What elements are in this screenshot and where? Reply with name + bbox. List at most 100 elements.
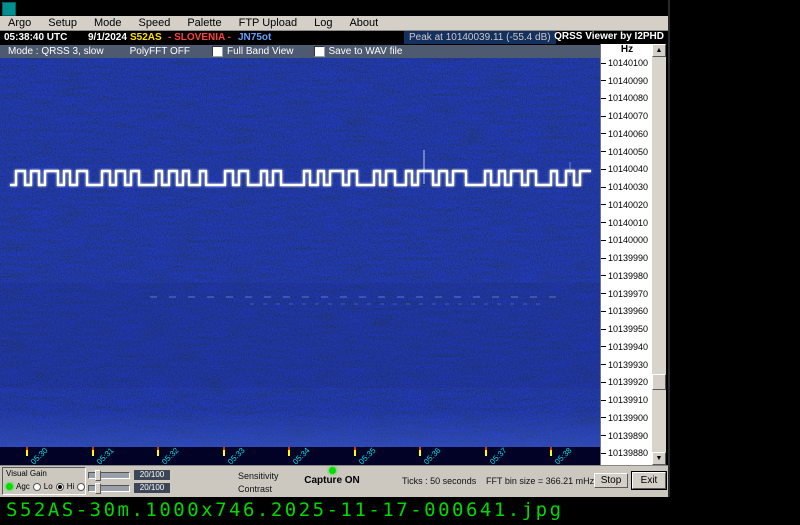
frequency-label: 10140080	[601, 92, 648, 104]
frequency-label: 10140000	[601, 234, 648, 246]
tick-mark-yellow	[92, 450, 94, 456]
tick-mark-yellow	[485, 450, 487, 456]
frequency-label: 10139920	[601, 376, 648, 388]
frequency-label: 10139990	[601, 252, 648, 264]
frequency-label: 10139910	[601, 394, 648, 406]
time-label: 05:38	[553, 446, 574, 467]
polyfft-status: PolyFFT OFF	[130, 46, 190, 57]
full-band-view-option[interactable]: Full Band View	[212, 46, 294, 57]
frequency-label: 10140090	[601, 75, 648, 87]
time-tick: 05:36	[419, 447, 449, 465]
capture-status: Capture ON	[300, 467, 364, 486]
time-label: 05:33	[226, 446, 247, 467]
save-to-wav-label: Save to WAV file	[329, 46, 403, 57]
desktop-background: Argo Setup Mode Speed Palette FTP Upload Log Ab…	[0, 0, 800, 525]
title-bar	[0, 0, 668, 16]
time-tick: 05:38	[550, 447, 580, 465]
capture-label: Capture ON	[304, 475, 360, 486]
recent-scan-band	[0, 410, 600, 447]
save-to-wav-option[interactable]: Save to WAV file	[314, 46, 403, 57]
grid-locator: JN75ot	[238, 32, 271, 43]
time-label: 05:34	[291, 446, 312, 467]
frequency-label: 10140050	[601, 146, 648, 158]
contrast-slider[interactable]	[88, 485, 130, 492]
fft-bin-info: FFT bin size = 366.21 mHz	[486, 476, 594, 486]
menu-bar: Argo Setup Mode Speed Palette FTP Upload Log Ab…	[0, 16, 668, 31]
frequency-label: 10140070	[601, 110, 648, 122]
visual-gain-group: Visual Gain Agc Lo Hi	[2, 467, 86, 495]
sensitivity-value: 20/100	[134, 470, 170, 480]
agc-radio[interactable]	[33, 483, 41, 491]
time-label: 05:31	[95, 446, 116, 467]
menu-item[interactable]: Mode	[94, 17, 122, 29]
argo-app-window: Argo Setup Mode Speed Palette FTP Upload Log Ab…	[0, 0, 670, 497]
menu-item[interactable]: About	[349, 17, 378, 29]
menu-item[interactable]: Log	[314, 17, 332, 29]
frequency-label: 10140020	[601, 199, 648, 211]
argo-app-icon	[2, 2, 16, 16]
time-label: 05:35	[357, 446, 378, 467]
tick-mark-yellow	[550, 450, 552, 456]
time-tick: 05:31	[92, 447, 122, 465]
waterfall-display	[0, 58, 600, 447]
scrollbar-thumb[interactable]	[652, 374, 666, 390]
frequency-label: 10139880	[601, 447, 648, 459]
exit-button[interactable]: Exit	[632, 472, 666, 489]
hi-label: Hi	[67, 482, 75, 491]
lo-radio[interactable]	[56, 483, 64, 491]
tick-mark-yellow	[26, 450, 28, 456]
scroll-down-button[interactable]: ▼	[652, 452, 666, 465]
frequency-label: 10139930	[601, 359, 648, 371]
frequency-label: 10139950	[601, 323, 648, 335]
callsign: S52AS	[130, 32, 162, 43]
menu-item[interactable]: Speed	[139, 17, 171, 29]
capture-filename: S52AS-30m.1000x746.2025-11-17-000641.jpg	[6, 499, 564, 521]
sensitivity-slider-thumb[interactable]	[95, 470, 101, 481]
app-brand: QRSS Viewer by I2PHD	[554, 31, 664, 42]
frequency-label: 10140010	[601, 217, 648, 229]
stop-button[interactable]: Stop	[594, 473, 628, 488]
menu-item[interactable]: Argo	[8, 17, 31, 29]
sensitivity-label: Sensitivity	[238, 471, 279, 481]
menu-item[interactable]: FTP Upload	[239, 17, 298, 29]
hi-radio[interactable]	[77, 483, 85, 491]
frequency-label: 10139940	[601, 341, 648, 353]
visual-gain-title: Visual Gain	[6, 469, 47, 478]
contrast-label: Contrast	[238, 484, 272, 494]
info-bar: 05:38:40 UTC 9/1/2024 S52AS - SLOVENIA -…	[0, 31, 668, 45]
menu-item[interactable]: Setup	[48, 17, 77, 29]
frequency-label: 10140060	[601, 128, 648, 140]
menu-item[interactable]: Palette	[187, 17, 221, 29]
spectrogram	[0, 58, 600, 447]
tick-mark-yellow	[157, 450, 159, 456]
frequency-label: 10140040	[601, 163, 648, 175]
time-label: 05:37	[488, 446, 509, 467]
time-tick: 05:33	[223, 447, 253, 465]
lo-label: Lo	[44, 482, 53, 491]
time-tick: 05:35	[354, 447, 384, 465]
frequency-scrollbar[interactable]: ▲ ▼	[652, 44, 666, 465]
time-tick: 05:32	[157, 447, 187, 465]
hz-unit-label: Hz	[601, 44, 653, 57]
full-band-view-checkbox[interactable]	[212, 46, 223, 57]
control-panel: Visual Gain Agc Lo Hi 20/100 20/100	[0, 465, 668, 497]
frequency-label: 10140100	[601, 57, 648, 69]
frequency-label: 10139900	[601, 412, 648, 424]
save-to-wav-checkbox[interactable]	[314, 46, 325, 57]
mode-status: Mode : QRSS 3, slow	[8, 46, 104, 57]
gain-led	[6, 483, 13, 490]
capture-led	[329, 467, 336, 474]
frequency-label: 10139890	[601, 430, 648, 442]
contrast-slider-thumb[interactable]	[95, 483, 101, 494]
sensitivity-slider[interactable]	[88, 472, 130, 479]
tick-mark-yellow	[419, 450, 421, 456]
scroll-up-button[interactable]: ▲	[652, 44, 666, 57]
time-label: 05:36	[422, 446, 443, 467]
full-band-view-label: Full Band View	[227, 46, 294, 57]
frequency-scale: Hz 10140100 10140090 10140080 10140070	[600, 44, 652, 465]
frequency-labels: 10140100 10140090 10140080 10140070 1014…	[601, 57, 653, 465]
frequency-label: 10139970	[601, 288, 648, 300]
frequency-label: 10140030	[601, 181, 648, 193]
frequency-label: 10139980	[601, 270, 648, 282]
frequency-label: 10139960	[601, 305, 648, 317]
